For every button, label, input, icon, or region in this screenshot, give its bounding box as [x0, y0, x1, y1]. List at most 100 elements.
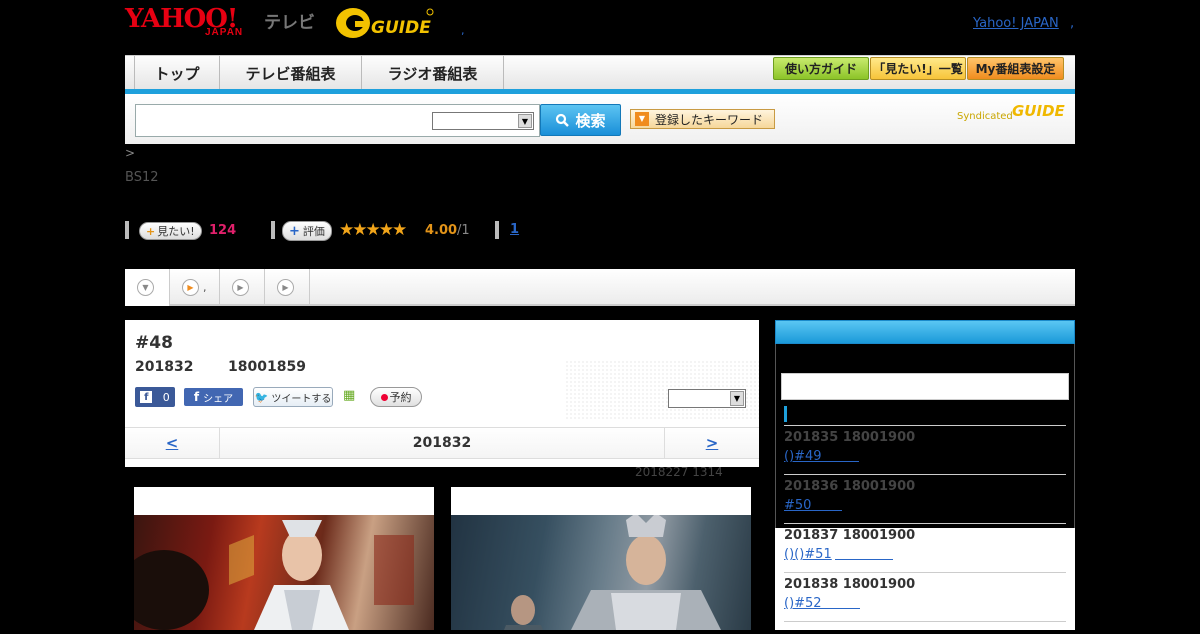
next-day-link[interactable]: > [664, 428, 759, 458]
chevron-down-icon: ▼ [137, 279, 154, 296]
link-underline [820, 596, 860, 609]
divider [784, 572, 1066, 573]
facebook-share-button[interactable]: f シェア [184, 388, 243, 406]
usage-guide-button[interactable]: 使い方ガイド [773, 57, 869, 80]
reserve-button[interactable]: 予約 [370, 387, 422, 407]
rate-button-label: 評価 [302, 225, 325, 238]
tab-cast[interactable]: ▶ , [170, 269, 220, 306]
sidebar: 201835 18001900 ()#49 201836 18001900 #5… [775, 320, 1075, 630]
play-icon: ▶ [277, 279, 294, 296]
breadcrumb[interactable]: > [125, 146, 135, 160]
tab-radio-schedule[interactable]: ラジオ番組表 [362, 56, 504, 90]
previous-day-link[interactable]: < [125, 428, 220, 458]
facebook-share-label: シェア [203, 393, 234, 405]
tv-logo-text[interactable]: テレビ [264, 8, 315, 33]
program-tabs: ▼ ▶ , ▶ ▶ [125, 269, 1075, 306]
watch-count: 124 [209, 223, 237, 238]
search-bar: ▼ 検索 ▼ 登録したキーワード Syndicated GUIDE [125, 94, 1075, 144]
tab-top[interactable]: トップ [135, 56, 220, 90]
header-dot: , [461, 24, 465, 37]
facebook-icon: f [193, 390, 200, 404]
review-link[interactable]: 1 [510, 222, 519, 237]
gguide-logo-text: GUIDE [371, 18, 431, 38]
watchlist-button[interactable]: 「見たい!」一覧 [870, 57, 966, 80]
pager-date: 201832 [412, 435, 472, 451]
syndicated-label: Syndicated [957, 111, 1013, 122]
tweet-label: ツイートする [271, 393, 332, 405]
sidebar-section-marker [784, 406, 787, 422]
gguide-logo[interactable]: GUIDE [335, 6, 435, 40]
link-underline [835, 547, 893, 560]
record-dot-icon [380, 393, 388, 401]
search-button-label: 検索 [575, 111, 606, 130]
facebook-like-count: 0 [162, 390, 170, 404]
divider [271, 221, 275, 239]
tweet-button[interactable]: 🐦 ツイートする [253, 387, 333, 407]
watch-button[interactable]: + 見たい! [139, 222, 202, 240]
program-photo-1-image [119, 515, 434, 630]
rating-score: 4.00 [425, 223, 458, 238]
channel-name: BS12 [125, 170, 159, 185]
episode-title: #48 [135, 333, 173, 353]
page: YAHOO! JAPAN テレビ GUIDE , Yahoo! JAPAN , … [119, 0, 1075, 630]
tab-related[interactable]: ▶ [265, 269, 310, 306]
saved-keywords-label: 登録したキーワード [655, 112, 764, 127]
yahoo-japan-link[interactable]: Yahoo! JAPAN [973, 16, 1059, 31]
search-button[interactable]: 検索 [540, 104, 621, 136]
sidebar-episode-link[interactable]: ()#52 [784, 596, 822, 611]
broadcast-time: 18001859 [228, 359, 306, 375]
program-select[interactable]: ▼ [668, 389, 746, 408]
nav-spacer [125, 56, 135, 90]
facebook-icon: f [140, 391, 153, 403]
sidebar-episode-link[interactable]: ()()#51 [784, 547, 832, 562]
saved-keywords-button[interactable]: ▼ 登録したキーワード [630, 109, 775, 129]
reserve-label: 予約 [389, 391, 412, 404]
divider [784, 425, 1066, 426]
syndicated-gguide-logo: GUIDE [1012, 102, 1065, 120]
yahoo-japan-logo-text: JAPAN [205, 27, 244, 38]
rating-count: /1 [457, 223, 470, 238]
divider [784, 523, 1066, 524]
chevron-down-icon: ▼ [518, 114, 532, 128]
tab-tv-schedule[interactable]: テレビ番組表 [220, 56, 362, 90]
link-underline [819, 449, 859, 462]
calendar-add-icon[interactable]: ▦ [343, 388, 359, 406]
tab-cast-label: , [203, 281, 207, 294]
broadcast-date: 201832 [135, 359, 194, 375]
plus-icon: + [289, 223, 300, 239]
link-underline [809, 498, 842, 511]
twitter-bird-icon: 🐦 [254, 390, 269, 404]
program-photo-1[interactable] [119, 487, 434, 630]
triangle-down-icon: ▼ [635, 112, 649, 126]
divider [784, 474, 1066, 475]
tab-review[interactable]: ▶ [220, 269, 265, 306]
chevron-down-icon: ▼ [730, 391, 744, 406]
divider [495, 221, 499, 239]
divider [125, 221, 129, 239]
program-photo-2-image [451, 513, 751, 630]
sidebar-episode-date: 201837 18001900 [784, 528, 916, 543]
header-separator: , [1070, 16, 1075, 31]
plus-icon: + [146, 224, 156, 238]
divider [784, 621, 1066, 622]
facebook-like-button[interactable]: f 0 [135, 387, 175, 407]
sidebar-episode-date: 201838 18001900 [784, 577, 916, 592]
search-icon [556, 113, 570, 127]
watch-button-label: 見たい! [157, 225, 195, 238]
play-icon: ▶ [232, 279, 249, 296]
updated-timestamp: 2018227 1314 [635, 465, 723, 479]
sidebar-episode-date: 201836 18001900 [784, 479, 916, 494]
search-genre-select[interactable]: ▼ [432, 112, 534, 130]
tab-detail[interactable]: ▼ [125, 269, 170, 306]
global-nav: トップ テレビ番組表 ラジオ番組表 使い方ガイド 「見たい!」一覧 My番組表設… [125, 55, 1075, 92]
play-icon: ▶ [182, 279, 199, 296]
my-schedule-settings-button[interactable]: My番組表設定 [967, 57, 1064, 80]
sidebar-header [775, 320, 1075, 344]
rating-stars: ★★★★★ [339, 220, 407, 240]
sidebar-episode-link[interactable]: ()#49 [784, 449, 822, 464]
rate-button[interactable]: + 評価 [282, 221, 332, 241]
sidebar-episode-link[interactable]: #50 [784, 498, 811, 513]
sidebar-search-field[interactable] [781, 373, 1069, 400]
date-pager: < 201832 > [125, 427, 759, 459]
program-photo-2[interactable] [451, 487, 751, 630]
